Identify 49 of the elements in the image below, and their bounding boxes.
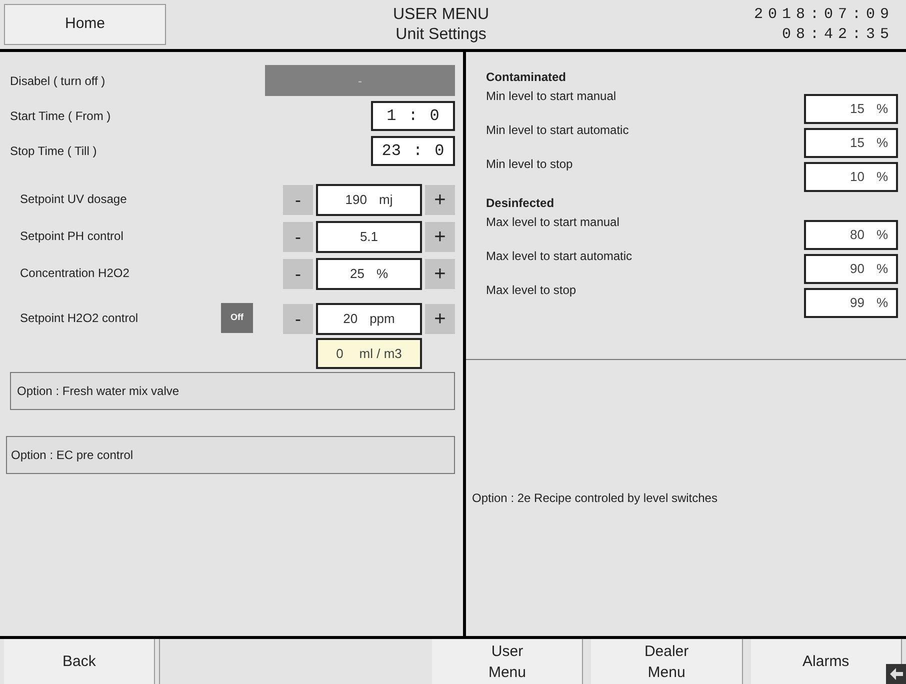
field-label: Start Time ( From ) <box>10 108 111 125</box>
field-label: Max level to start manual <box>486 214 620 230</box>
decrement-button[interactable]: - <box>283 185 313 215</box>
value-field[interactable]: 25 % <box>316 258 422 290</box>
decrement-button[interactable]: - <box>283 222 313 252</box>
field-label: Max level to start automatic <box>486 248 632 264</box>
nav-button[interactable]: Back <box>4 639 156 684</box>
value-field[interactable]: 190 mj <box>316 184 422 216</box>
increment-button[interactable]: + <box>425 222 455 252</box>
field-label: Max level to stop <box>486 282 576 298</box>
home-button[interactable]: Home <box>4 4 166 45</box>
increment-button[interactable]: + <box>425 304 455 334</box>
date-text: 2018:07:09 <box>754 4 894 24</box>
level-field[interactable]: 15 % <box>804 128 898 158</box>
time-text: 08:42:35 <box>782 24 894 44</box>
level-field[interactable]: 90 % <box>804 254 898 284</box>
field-label: Min level to stop <box>486 156 573 172</box>
setpoint-label: Setpoint UV dosage <box>20 191 128 208</box>
reading-field: 0 ml / m3 <box>316 338 422 369</box>
option-text: Option : EC pre control <box>11 447 134 464</box>
group-title: Desinfected <box>486 195 556 212</box>
time-field[interactable]: 23 : 0 <box>371 136 455 166</box>
toggle-button[interactable]: Off <box>221 303 253 333</box>
nav-button[interactable]: Alarms <box>750 639 902 684</box>
increment-button[interactable]: + <box>425 185 455 215</box>
decrement-button[interactable]: - <box>283 259 313 289</box>
setpoint-label: Setpoint H2O2 control <box>20 310 140 327</box>
level-field[interactable]: 10 % <box>804 162 898 192</box>
level-field[interactable]: 80 % <box>804 220 898 250</box>
increment-button[interactable]: + <box>425 259 455 289</box>
setpoint-label: Setpoint PH control <box>20 228 124 245</box>
option-text: Option : Fresh water mix valve <box>17 383 180 400</box>
time-field[interactable]: 1 : 0 <box>371 101 455 131</box>
option-text: Option : 2e Recipe controled by level switches <box>472 490 718 507</box>
level-field[interactable]: 15 % <box>804 94 898 124</box>
screen-title: USER MENU <box>392 4 489 24</box>
decrement-button[interactable]: - <box>283 304 313 334</box>
level-field[interactable]: 99 % <box>804 288 898 318</box>
screen-subtitle: Unit Settings <box>396 24 486 44</box>
group-title: Contaminated <box>486 69 568 86</box>
value-field[interactable]: 5.1 <box>316 221 422 253</box>
field-label: Stop Time ( Till ) <box>10 143 97 160</box>
nav-button[interactable]: User Menu <box>432 639 584 684</box>
nav-button[interactable]: Dealer Menu <box>591 639 743 684</box>
setpoint-label: Concentration H2O2 <box>20 265 130 282</box>
field-label: Min level to start automatic <box>486 122 629 138</box>
field-label: Min level to start manual <box>486 88 616 104</box>
field-label: Disabel ( turn off ) <box>10 72 106 90</box>
value-field[interactable]: 20 ppm <box>316 303 422 335</box>
